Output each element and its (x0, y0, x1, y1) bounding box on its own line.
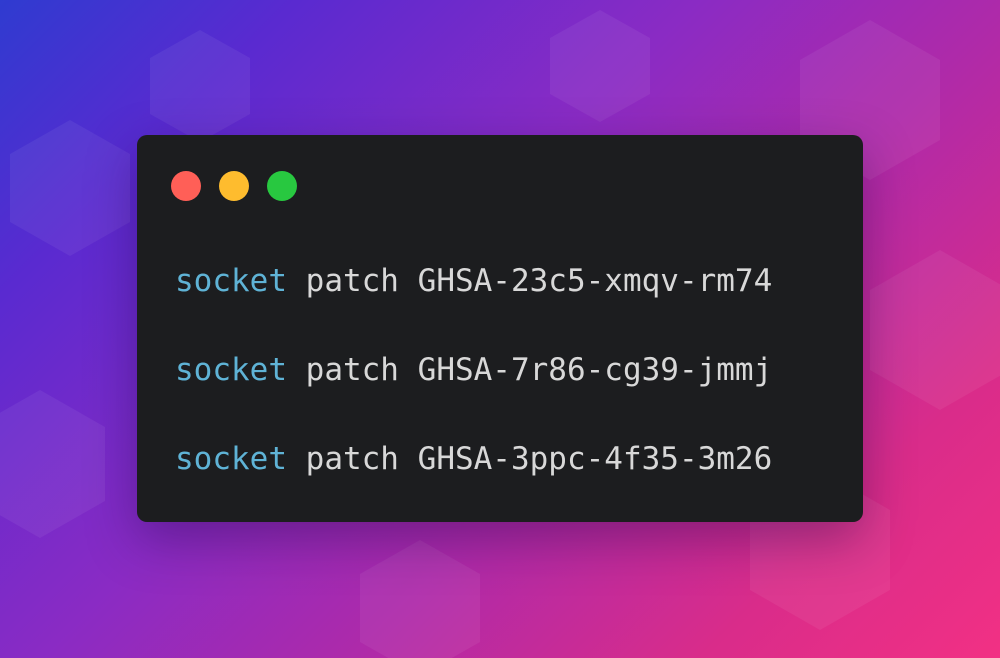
command-name: socket (175, 263, 287, 299)
window-controls (171, 171, 297, 201)
subcommand: patch (305, 263, 399, 299)
command-name: socket (175, 441, 287, 477)
advisory-id: GHSA-3ppc-4f35-3m26 (417, 441, 773, 477)
hexagon-shape (550, 10, 650, 122)
command-line: socket patch GHSA-7r86-cg39-jmmj (175, 351, 772, 389)
command-line: socket patch GHSA-23c5-xmqv-rm74 (175, 262, 772, 300)
close-dot-icon[interactable] (171, 171, 201, 201)
subcommand: patch (305, 352, 399, 388)
command-line: socket patch GHSA-3ppc-4f35-3m26 (175, 440, 772, 478)
hexagon-shape (870, 250, 1000, 410)
hexagon-shape (10, 120, 130, 256)
minimize-dot-icon[interactable] (219, 171, 249, 201)
terminal-window: socket patch GHSA-23c5-xmqv-rm74 socket … (137, 135, 863, 522)
hexagon-shape (0, 390, 105, 538)
terminal-output: socket patch GHSA-23c5-xmqv-rm74 socket … (175, 262, 772, 529)
advisory-id: GHSA-7r86-cg39-jmmj (417, 352, 773, 388)
advisory-id: GHSA-23c5-xmqv-rm74 (417, 263, 773, 299)
maximize-dot-icon[interactable] (267, 171, 297, 201)
hexagon-shape (150, 30, 250, 142)
command-name: socket (175, 352, 287, 388)
hexagon-shape (360, 540, 480, 658)
subcommand: patch (305, 441, 399, 477)
